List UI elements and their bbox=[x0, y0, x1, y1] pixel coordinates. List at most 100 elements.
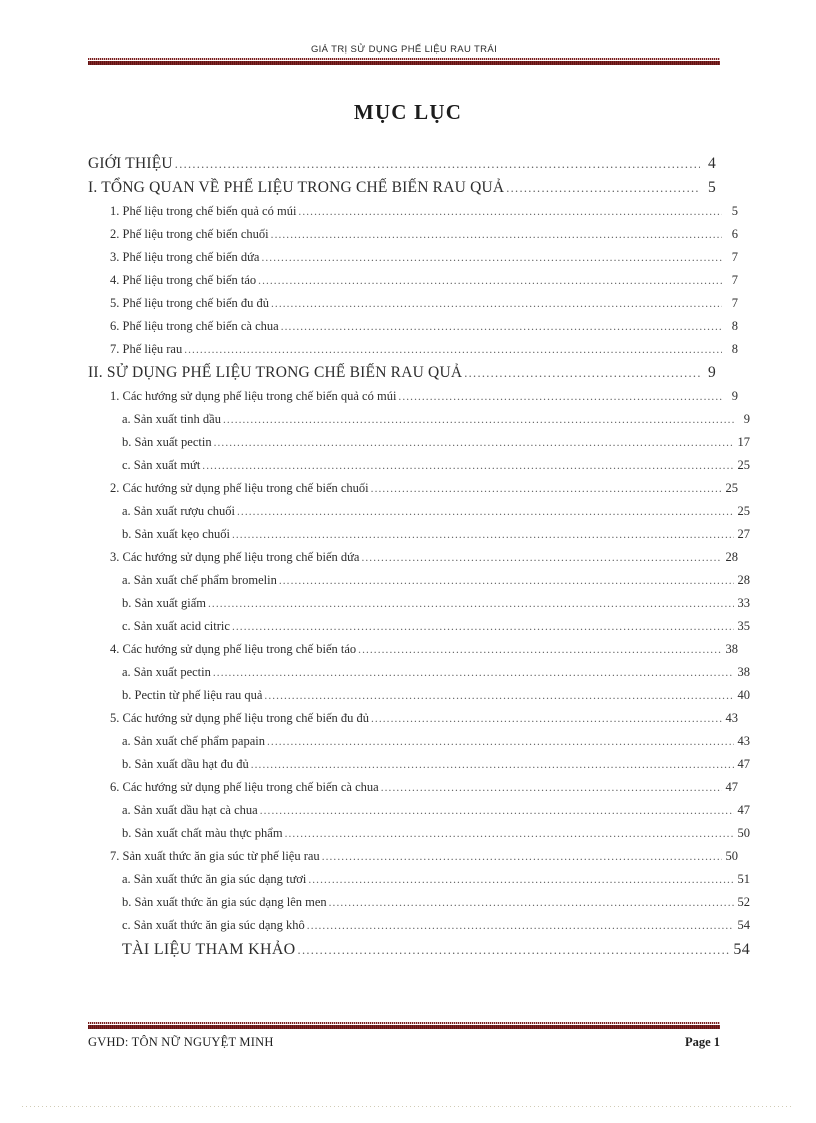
toc-leader-dots bbox=[371, 483, 722, 496]
toc-entry[interactable]: 5. Phế liệu trong chế biến đu đủ 7 bbox=[110, 292, 738, 315]
toc-entry[interactable]: 2. Các hướng sử dụng phế liệu trong chế … bbox=[110, 477, 738, 500]
toc-leader-dots bbox=[232, 621, 734, 634]
toc-entry-label: a. Sản xuất tinh dầu bbox=[122, 412, 221, 426]
toc-entry-page: 5 bbox=[708, 179, 716, 196]
toc-entry-label: b. Sản xuất giấm bbox=[122, 596, 207, 610]
toc-entry-label: 3. Các hướng sử dụng phế liệu trong chế … bbox=[110, 550, 360, 564]
footer-row: GVHD: TÔN NỮ NGUYỆT MINH Page 1 bbox=[88, 1029, 720, 1050]
header-rule-thick bbox=[88, 61, 720, 65]
toc-entry-label: a. Sản xuất dầu hạt cà chua bbox=[122, 803, 258, 817]
footer-advisor: GVHD: TÔN NỮ NGUYỆT MINH bbox=[88, 1035, 274, 1049]
page-footer: GVHD: TÔN NỮ NGUYỆT MINH Page 1 bbox=[88, 1022, 720, 1050]
toc-entry[interactable]: b. Pectin từ phế liệu rau quả 40 bbox=[122, 684, 750, 707]
toc-entry-page: 40 bbox=[737, 688, 751, 702]
toc-entry[interactable]: GIỚI THIỆU 4 bbox=[88, 152, 716, 176]
toc-leader-dots bbox=[307, 920, 734, 933]
toc-entry[interactable]: 7. Phế liệu rau 8 bbox=[110, 338, 738, 361]
toc-entry-label: 1. Phế liệu trong chế biến quả có múi bbox=[110, 204, 297, 218]
toc-entry[interactable]: 1. Các hướng sử dụng phế liệu trong chế … bbox=[110, 385, 738, 408]
toc-entry[interactable]: 3. Phế liệu trong chế biến dứa 7 bbox=[110, 246, 738, 269]
toc-entry[interactable]: 5. Các hướng sử dụng phế liệu trong chế … bbox=[110, 707, 738, 730]
toc-entry[interactable]: 1. Phế liệu trong chế biến quả có múi 5 bbox=[110, 200, 738, 223]
toc-entry-label: 5. Phế liệu trong chế biến đu đủ bbox=[110, 296, 269, 310]
toc-entry[interactable]: c. Sản xuất acid citric 35 bbox=[122, 615, 750, 638]
toc-entry[interactable]: TÀI LIỆU THAM KHẢO 54 bbox=[122, 937, 750, 963]
toc-entry[interactable]: b. Sản xuất pectin 17 bbox=[122, 431, 750, 454]
toc-entry-page: 51 bbox=[737, 872, 751, 886]
toc-entry[interactable]: 6. Các hướng sử dụng phế liệu trong chế … bbox=[110, 776, 738, 799]
toc-entry[interactable]: a. Sản xuất pectin 38 bbox=[122, 661, 750, 684]
toc-entry[interactable]: c. Sản xuất thức ăn gia súc dạng khô 54 bbox=[122, 914, 750, 937]
toc-leader-dots bbox=[223, 414, 734, 427]
toc-entry-page: 7 bbox=[731, 296, 738, 310]
toc-entry-label: c. Sản xuất thức ăn gia súc dạng khô bbox=[122, 918, 305, 932]
toc-leader-dots bbox=[506, 181, 700, 197]
toc-entry-label: b. Sản xuất thức ăn gia súc dạng lên men bbox=[122, 895, 327, 909]
toc-entry[interactable]: a. Sản xuất chế phẩm papain 43 bbox=[122, 730, 750, 753]
toc-entry-page: 47 bbox=[737, 757, 751, 771]
toc-leader-dots bbox=[371, 713, 722, 726]
toc-entry[interactable]: b. Sản xuất thức ăn gia súc dạng lên men… bbox=[122, 891, 750, 914]
page-title: MỤC LỤC bbox=[353, 100, 463, 124]
toc-entry[interactable]: 6. Phế liệu trong chế biến cà chua 8 bbox=[110, 315, 738, 338]
toc-entry-label: 6. Các hướng sử dụng phế liệu trong chế … bbox=[110, 780, 379, 794]
toc-entry-label: 5. Các hướng sử dụng phế liệu trong chế … bbox=[110, 711, 370, 725]
toc-leader-dots bbox=[271, 229, 722, 242]
toc-entry-page: 25 bbox=[737, 504, 751, 518]
toc-entry-page: 38 bbox=[725, 642, 739, 656]
toc-leader-dots bbox=[398, 391, 722, 404]
toc-entry[interactable]: 4. Các hướng sử dụng phế liệu trong chế … bbox=[110, 638, 738, 661]
toc-leader-dots bbox=[279, 575, 734, 588]
toc-entry-label: TÀI LIỆU THAM KHẢO bbox=[122, 941, 296, 958]
toc-entry-label: a. Sản xuất thức ăn gia súc dạng tươi bbox=[122, 872, 307, 886]
running-head: GIÁ TRỊ SỬ DỤNG PHẾ LIỆU RAU TRÁI bbox=[310, 44, 498, 55]
toc-entry-page: 50 bbox=[737, 826, 751, 840]
toc-leader-dots bbox=[184, 344, 722, 357]
toc-leader-dots bbox=[281, 321, 722, 334]
page-header: GIÁ TRỊ SỬ DỤNG PHẾ LIỆU RAU TRÁI bbox=[88, 44, 720, 65]
toc-leader-dots bbox=[322, 851, 722, 864]
toc-entry-page: 38 bbox=[737, 665, 751, 679]
toc-entry-page: 28 bbox=[725, 550, 739, 564]
toc-leader-dots bbox=[214, 437, 734, 450]
toc-entry[interactable]: 2. Phế liệu trong chế biến chuối 6 bbox=[110, 223, 738, 246]
toc-entry[interactable]: b. Sản xuất dầu hạt đu đủ 47 bbox=[122, 753, 750, 776]
toc-entry[interactable]: 7. Sản xuất thức ăn gia súc từ phế liệu … bbox=[110, 845, 738, 868]
toc-leader-dots bbox=[251, 759, 734, 772]
toc-entry[interactable]: a. Sản xuất rượu chuối 25 bbox=[122, 500, 750, 523]
toc-entry-label: a. Sản xuất rượu chuối bbox=[122, 504, 236, 518]
header-rule bbox=[88, 58, 720, 65]
toc-entry-label: a. Sản xuất chế phẩm papain bbox=[122, 734, 266, 748]
toc-entry[interactable]: b. Sản xuất giấm 33 bbox=[122, 592, 750, 615]
toc-entry-page: 8 bbox=[731, 342, 738, 356]
toc-entry-label: c. Sản xuất acid citric bbox=[122, 619, 230, 633]
toc-entry[interactable]: 3. Các hướng sử dụng phế liệu trong chế … bbox=[110, 546, 738, 569]
toc-entry[interactable]: 4. Phế liệu trong chế biến táo 7 bbox=[110, 269, 738, 292]
toc-entry-label: b. Sản xuất chất màu thực phẩm bbox=[122, 826, 283, 840]
toc-entry[interactable]: II. SỬ DỤNG PHẾ LIỆU TRONG CHẾ BIẾN RAU … bbox=[88, 361, 716, 385]
toc-entry[interactable]: a. Sản xuất chế phẩm bromelin 28 bbox=[122, 569, 750, 592]
footer-page-number: Page 1 bbox=[684, 1035, 720, 1049]
toc-entry-page: 6 bbox=[731, 227, 738, 241]
toc-entry-page: 9 bbox=[743, 412, 750, 426]
toc-leader-dots bbox=[208, 598, 734, 611]
toc-entry-label: I. TỔNG QUAN VỀ PHẾ LIỆU TRONG CHẾ BIẾN … bbox=[88, 179, 505, 196]
toc-entry[interactable]: a. Sản xuất tinh dầu 9 bbox=[122, 408, 750, 431]
toc-entry-page: 54 bbox=[733, 941, 750, 958]
toc-entry-label: b. Sản xuất kẹo chuối bbox=[122, 527, 230, 541]
toc-entry[interactable]: b. Sản xuất kẹo chuối 27 bbox=[122, 523, 750, 546]
toc-entry-page: 28 bbox=[737, 573, 751, 587]
toc-entry[interactable]: a. Sản xuất dầu hạt cà chua 47 bbox=[122, 799, 750, 822]
toc-leader-dots bbox=[260, 805, 734, 818]
toc-entry-page: 27 bbox=[737, 527, 751, 541]
toc-entry[interactable]: I. TỔNG QUAN VỀ PHẾ LIỆU TRONG CHẾ BIẾN … bbox=[88, 176, 716, 200]
toc-entry-page: 43 bbox=[737, 734, 751, 748]
toc-leader-dots bbox=[308, 874, 734, 887]
toc-entry[interactable]: b. Sản xuất chất màu thực phẩm 50 bbox=[122, 822, 750, 845]
toc-entry-label: a. Sản xuất pectin bbox=[122, 665, 211, 679]
toc-leader-dots bbox=[261, 252, 722, 265]
toc-entry[interactable]: a. Sản xuất thức ăn gia súc dạng tươi 51 bbox=[122, 868, 750, 891]
toc-entry[interactable]: c. Sản xuất mứt 25 bbox=[122, 454, 750, 477]
toc-entry-page: 50 bbox=[725, 849, 739, 863]
toc-entry-label: b. Sản xuất pectin bbox=[122, 435, 212, 449]
